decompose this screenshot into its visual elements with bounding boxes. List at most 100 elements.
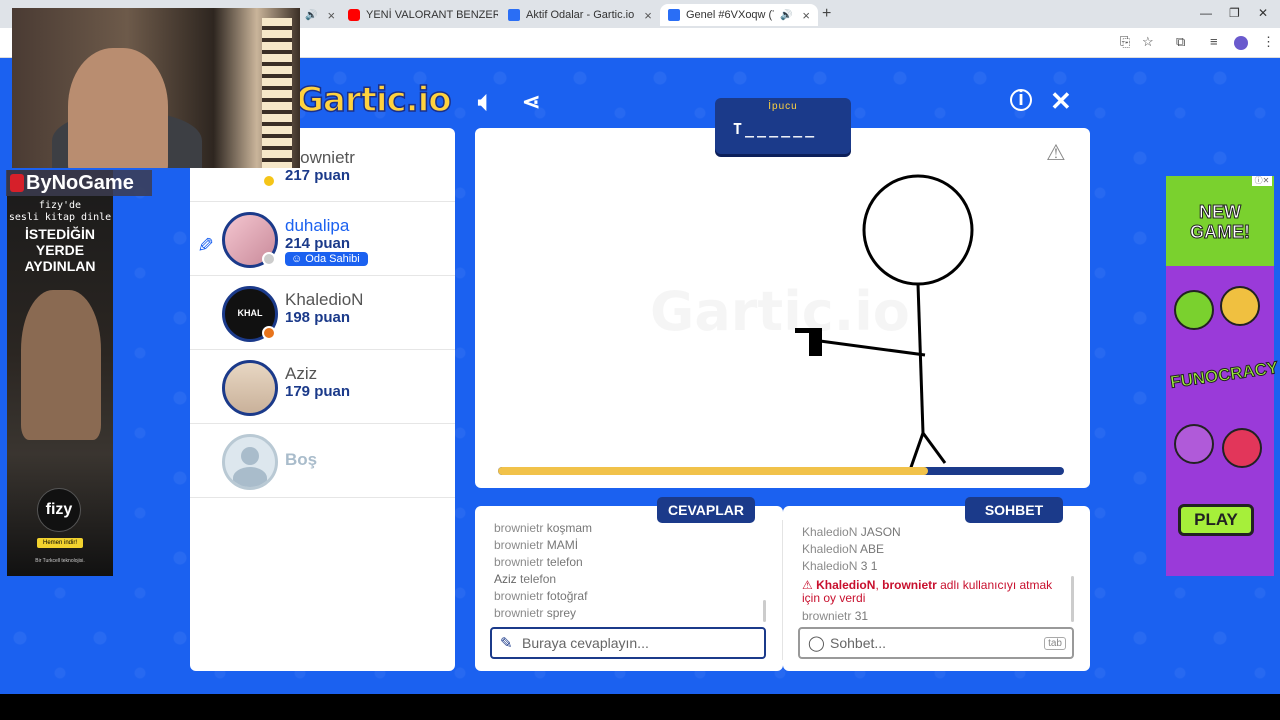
close-icon[interactable]: × <box>327 8 335 23</box>
ad-new-game: NEW GAME! <box>1180 202 1260 243</box>
chat-bubble-icon: ◯ <box>808 635 825 652</box>
player-row[interactable]: ✎ duhalipa 214 puan ☺ Oda Sahibi <box>190 202 455 276</box>
player-name: Boş <box>285 450 318 469</box>
ad-download-button[interactable]: Hemen indir! <box>37 538 83 548</box>
taskbar-area <box>0 694 1280 720</box>
restore-icon[interactable]: ❐ <box>1229 6 1240 20</box>
gartic-watermark: Gartic.io <box>650 280 910 343</box>
character-icon <box>1174 424 1214 464</box>
ad-line: NEW <box>1199 202 1242 223</box>
kick-vote-alert: ⚠ KhaledioN, brownietr adlı kullanıcıyı … <box>802 579 1064 605</box>
share-icon[interactable]: ⋖ <box>522 89 540 115</box>
profile-avatar[interactable] <box>1234 36 1248 50</box>
install-icon[interactable]: ⎘ <box>1120 34 1130 50</box>
ad-play-button[interactable]: PLAY <box>1178 504 1254 536</box>
hint-box: İpucu T______ <box>715 98 851 154</box>
close-icon[interactable]: × <box>644 8 652 23</box>
player-row[interactable]: KHAL KhaledioN 198 puan <box>190 276 455 350</box>
player-name: Aziz <box>285 364 318 383</box>
close-icon[interactable]: ✕ <box>1050 86 1072 117</box>
tab-chat[interactable]: SOHBET <box>965 497 1063 523</box>
speaker-icon: 🔊 <box>305 9 318 21</box>
right-ad-banner[interactable]: NEW GAME! FUNOCRACY PLAY <box>1166 176 1280 576</box>
message-text: fotoğraf <box>546 589 588 603</box>
report-warning-icon[interactable]: ⚠ <box>1046 140 1066 166</box>
status-dot <box>262 252 276 266</box>
tab-aktif-odalar[interactable]: Aktif Odalar - Gartic.io × <box>508 4 653 26</box>
message-row: brownietr fotoğraf <box>494 589 587 603</box>
window-close-icon[interactable]: ✕ <box>1258 6 1268 20</box>
room-owner-badge: ☺ Oda Sahibi <box>285 252 368 266</box>
chat-scrollbar[interactable] <box>1071 576 1074 622</box>
new-tab-button[interactable]: + <box>822 5 831 23</box>
status-dot <box>262 326 276 340</box>
media-icon[interactable]: ≡ <box>1210 34 1218 49</box>
player-name: duhalipa <box>285 216 350 235</box>
message-text: koşmam <box>546 521 593 535</box>
panel-divider <box>782 520 783 660</box>
tab-label: Aktif Odalar - Gartic.io <box>526 9 635 21</box>
ad-headline: İSTEDİĞİN YERDE AYDINLAN <box>7 226 113 274</box>
answer-input[interactable]: ✎ Buraya cevaplayın... <box>490 627 766 659</box>
extensions-icon[interactable]: ⧉ <box>1176 34 1185 50</box>
chat-input[interactable]: ◯ Sohbet... tab <box>798 627 1074 659</box>
tab-genel[interactable]: Genel #6VXoqw (Türkçe) - G 🔊 × <box>660 4 818 26</box>
ad-line: İSTEDİĞİN <box>24 226 95 242</box>
message-row: KhaledioN JASON <box>802 525 901 539</box>
message-user: brownietr <box>802 609 852 623</box>
message-text: 31 <box>854 609 869 623</box>
message-row: brownietr telefon <box>494 555 583 569</box>
youtube-icon <box>348 9 360 21</box>
menu-icon[interactable]: ⋮ <box>1262 34 1275 50</box>
message-text: MAMİ <box>546 538 579 552</box>
ad-line: sesli kitap dinle <box>8 212 112 223</box>
players-list: brownietr 217 puan ✎ duhalipa 214 puan ☺… <box>190 112 455 671</box>
message-user: KhaledioN <box>802 542 858 556</box>
tab-audio-indicator[interactable]: 🔊 × <box>305 4 335 26</box>
tab-answers[interactable]: CEVAPLAR <box>657 497 755 523</box>
warning-icon: ⚠ <box>802 578 817 592</box>
tab-youtube[interactable]: YENİ VALORANT BENZERİ FPS O <box>348 4 498 26</box>
close-icon[interactable]: × <box>802 8 810 23</box>
message-user: brownietr <box>494 521 544 535</box>
minimize-icon[interactable]: — <box>1200 6 1212 20</box>
message-user: Aziz <box>494 572 517 586</box>
tab-label: YENİ VALORANT BENZERİ FPS O <box>366 9 498 21</box>
webcam-overlay <box>12 8 300 168</box>
timer-fill <box>498 467 929 475</box>
left-ad-banner[interactable]: fizy'de sesli kitap dinle İSTEDİĞİN YERDE A… <box>7 170 113 576</box>
ad-person <box>21 290 101 440</box>
player-score: 217 puan <box>285 167 351 184</box>
hint-word: T______ <box>733 120 818 138</box>
chat-message: brownietr 31 <box>802 609 868 623</box>
angry-face-icon <box>1222 428 1262 468</box>
player-score: 198 puan <box>285 309 351 326</box>
message-row: KhaledioN ABE <box>802 542 884 556</box>
info-icon[interactable]: i <box>1010 89 1032 111</box>
message-row: Aziz telefon <box>494 572 556 586</box>
player-name: KhaledioN <box>285 290 364 309</box>
bynogame-logo: ByNoGame <box>6 170 152 196</box>
player-row-empty: Boş <box>190 424 455 498</box>
status-dot <box>262 174 276 188</box>
ad-info-icon[interactable]: ⓘ✕ <box>1252 176 1272 186</box>
alert-user: KhaledioN <box>816 578 876 592</box>
player-score: 179 puan <box>285 383 351 400</box>
message-row: KhaledioN 3 1 <box>802 559 877 573</box>
message-text: ABE <box>860 542 885 556</box>
chat-placeholder: Sohbet... <box>830 635 887 651</box>
player-score: 214 puan <box>285 235 351 252</box>
message-user: brownietr <box>494 538 544 552</box>
volume-icon[interactable]: 🔈︎ <box>478 86 494 118</box>
ad-line: GAME! <box>1190 222 1251 243</box>
message-user: KhaledioN <box>802 559 858 573</box>
answers-scrollbar[interactable] <box>763 600 766 622</box>
answer-placeholder: Buraya cevaplayın... <box>522 635 649 651</box>
message-text: 3 1 <box>860 559 878 573</box>
bookmark-star-icon[interactable]: ☆ <box>1142 34 1154 50</box>
player-row[interactable]: Aziz 179 puan <box>190 350 455 424</box>
ad-text: fizy'de sesli kitap dinle <box>7 200 113 224</box>
gartic-logo[interactable]: Gartic.io <box>295 79 452 121</box>
message-text: telefon <box>520 572 557 586</box>
pencil-icon: ✎ <box>192 236 215 253</box>
